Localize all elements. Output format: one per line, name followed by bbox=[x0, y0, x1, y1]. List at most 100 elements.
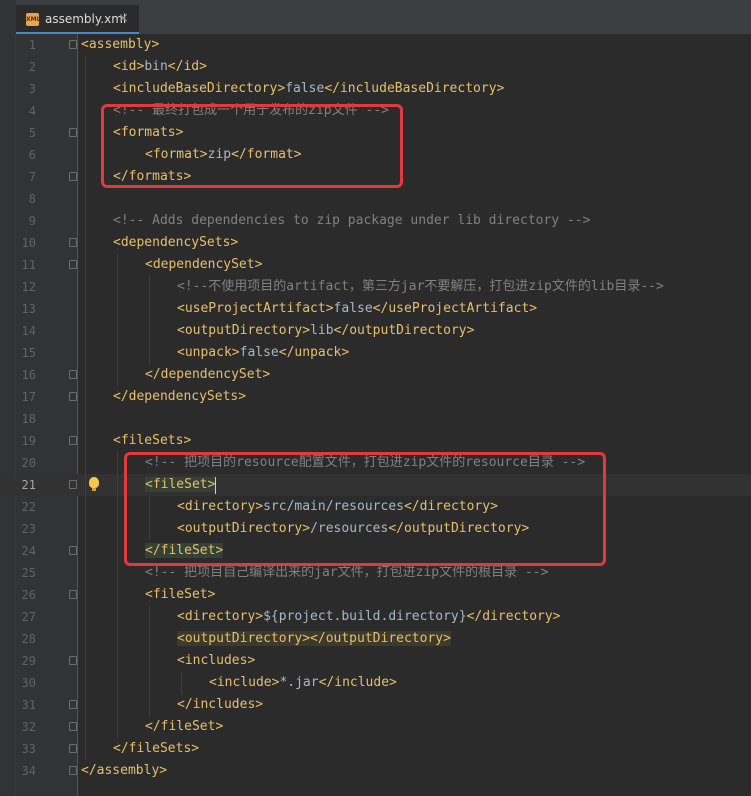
line-number: 20 bbox=[21, 456, 36, 470]
code-token: <directory> bbox=[177, 609, 264, 624]
code-token: </fileSets> bbox=[113, 741, 200, 756]
code-line[interactable]: 13 <useProjectArtifact>false</useProjectA… bbox=[0, 298, 751, 320]
fold-toggle-icon[interactable] bbox=[69, 766, 77, 775]
code-token: <includeBaseDirectory> bbox=[113, 81, 286, 96]
line-number: 15 bbox=[21, 346, 36, 360]
code-line[interactable]: 29 <includes> bbox=[0, 650, 751, 672]
code-token: <outputDirectory> bbox=[177, 323, 311, 338]
fold-toggle-icon[interactable] bbox=[69, 40, 77, 49]
line-number: 25 bbox=[21, 566, 36, 580]
editor-tab-bar: XML assembly.xml × bbox=[0, 0, 751, 34]
indent-guide bbox=[149, 276, 150, 364]
code-token: </directory> bbox=[466, 609, 561, 624]
code-line[interactable]: 12 <!--不使用项目的artifact，第三方jar不要解压，打包进zip文件… bbox=[0, 276, 751, 298]
code-token: </id> bbox=[167, 59, 207, 74]
code-token: <dependencySet> bbox=[145, 257, 263, 272]
line-number: 12 bbox=[21, 280, 36, 294]
code-token: <dependencySets> bbox=[113, 235, 239, 250]
fold-toggle-icon[interactable] bbox=[69, 722, 77, 731]
annotation-box-fileset bbox=[124, 452, 606, 566]
code-text: </fileSets> bbox=[113, 738, 199, 760]
code-line[interactable]: 15 <unpack>false</unpack> bbox=[0, 342, 751, 364]
code-token: <useProjectArtifact> bbox=[177, 301, 334, 316]
code-text: <outputDirectory></outputDirectory> bbox=[177, 628, 451, 650]
line-number: 13 bbox=[21, 302, 36, 316]
line-number: 14 bbox=[21, 324, 36, 338]
indent-guide bbox=[117, 254, 118, 386]
code-line[interactable]: 28 <outputDirectory></outputDirectory> bbox=[0, 628, 751, 650]
code-token: </dependencySet> bbox=[145, 367, 271, 382]
fold-toggle-icon[interactable] bbox=[69, 128, 77, 137]
code-token: <!-- Adds dependencies to zip package un… bbox=[113, 213, 591, 228]
fold-toggle-icon[interactable] bbox=[69, 744, 77, 753]
code-token: <fileSet> bbox=[145, 587, 216, 602]
code-line[interactable]: 33 </fileSets> bbox=[0, 738, 751, 760]
fold-toggle-icon[interactable] bbox=[69, 590, 77, 599]
code-token: </unpack> bbox=[278, 345, 350, 360]
line-number: 29 bbox=[21, 654, 36, 668]
code-text: </fileSet> bbox=[145, 716, 223, 738]
code-line[interactable]: 31 </includes> bbox=[0, 694, 751, 716]
tab-assembly-xml[interactable]: XML assembly.xml × bbox=[16, 5, 139, 34]
fold-toggle-icon[interactable] bbox=[69, 370, 77, 379]
fold-toggle-icon[interactable] bbox=[69, 546, 77, 555]
line-number: 22 bbox=[21, 500, 36, 514]
code-line[interactable]: 17 </dependencySets> bbox=[0, 386, 751, 408]
code-line[interactable]: 3 <includeBaseDirectory>false</includeBas… bbox=[0, 78, 751, 100]
line-number: 26 bbox=[21, 588, 36, 602]
annotation-box-formats bbox=[101, 104, 403, 188]
code-text: </dependencySet> bbox=[145, 364, 270, 386]
code-line[interactable]: 11 <dependencySet> bbox=[0, 254, 751, 276]
code-line[interactable]: 14 <outputDirectory>lib</outputDirectory> bbox=[0, 320, 751, 342]
code-token: bin bbox=[144, 59, 168, 74]
line-number: 10 bbox=[21, 236, 36, 250]
fold-toggle-icon[interactable] bbox=[69, 260, 77, 269]
code-token: <include> bbox=[209, 675, 280, 690]
lightbulb-icon[interactable] bbox=[89, 477, 99, 491]
code-text: <!-- Adds dependencies to zip package un… bbox=[113, 210, 590, 232]
tab-label: assembly.xml bbox=[45, 12, 127, 26]
code-text: <outputDirectory>lib</outputDirectory> bbox=[177, 320, 474, 342]
code-token: ${project.build.directory} bbox=[263, 609, 467, 624]
code-token: </includes> bbox=[177, 697, 264, 712]
code-text: <!--不使用项目的artifact，第三方jar不要解压，打包进zip文件的l… bbox=[177, 276, 664, 298]
line-number: 9 bbox=[28, 214, 36, 228]
code-text: <includeBaseDirectory>false</includeBase… bbox=[113, 78, 504, 100]
code-line[interactable]: 2 <id>bin</id> bbox=[0, 56, 751, 78]
code-token: <fileSets> bbox=[113, 433, 192, 448]
code-line[interactable]: 18 bbox=[0, 408, 751, 430]
line-number: 31 bbox=[21, 698, 36, 712]
code-token: <assembly> bbox=[81, 37, 160, 52]
code-line[interactable]: 34 </assembly> bbox=[0, 760, 751, 782]
line-number: 7 bbox=[28, 170, 36, 184]
code-token: <!--不使用项目的artifact，第三方jar不要解压，打包进zip文件的l… bbox=[177, 279, 664, 294]
close-icon[interactable]: × bbox=[118, 11, 129, 26]
code-line[interactable]: 10 <dependencySets> bbox=[0, 232, 751, 254]
code-token: </fileSet> bbox=[145, 719, 224, 734]
line-number: 30 bbox=[21, 676, 36, 690]
code-line[interactable]: 30 <include>*.jar</include> bbox=[0, 672, 751, 694]
fold-toggle-icon[interactable] bbox=[69, 436, 77, 445]
fold-toggle-icon[interactable] bbox=[69, 392, 77, 401]
code-token: <!-- 把项目自己编译出来的jar文件，打包进zip文件的根目录 --> bbox=[145, 565, 549, 580]
code-line[interactable]: 27 <directory>${project.build.directory}<… bbox=[0, 606, 751, 628]
code-line[interactable]: 19 <fileSets> bbox=[0, 430, 751, 452]
code-line[interactable]: 26 <fileSet> bbox=[0, 584, 751, 606]
code-token: <includes> bbox=[177, 653, 256, 668]
code-line[interactable]: 9 <!-- Adds dependencies to zip package u… bbox=[0, 210, 751, 232]
code-line[interactable]: 1 <assembly> bbox=[0, 34, 751, 56]
fold-toggle-icon[interactable] bbox=[69, 700, 77, 709]
code-text: <includes> bbox=[177, 650, 255, 672]
code-line[interactable]: 8 bbox=[0, 188, 751, 210]
line-number: 18 bbox=[21, 412, 36, 426]
code-token: <id> bbox=[113, 59, 145, 74]
code-line[interactable]: 16 </dependencySet> bbox=[0, 364, 751, 386]
line-number: 23 bbox=[21, 522, 36, 536]
code-text: </dependencySets> bbox=[113, 386, 246, 408]
line-number: 19 bbox=[21, 434, 36, 448]
fold-toggle-icon[interactable] bbox=[69, 656, 77, 665]
fold-toggle-icon[interactable] bbox=[69, 238, 77, 247]
fold-toggle-icon[interactable] bbox=[69, 480, 77, 489]
fold-toggle-icon[interactable] bbox=[69, 172, 77, 181]
code-line[interactable]: 32 </fileSet> bbox=[0, 716, 751, 738]
